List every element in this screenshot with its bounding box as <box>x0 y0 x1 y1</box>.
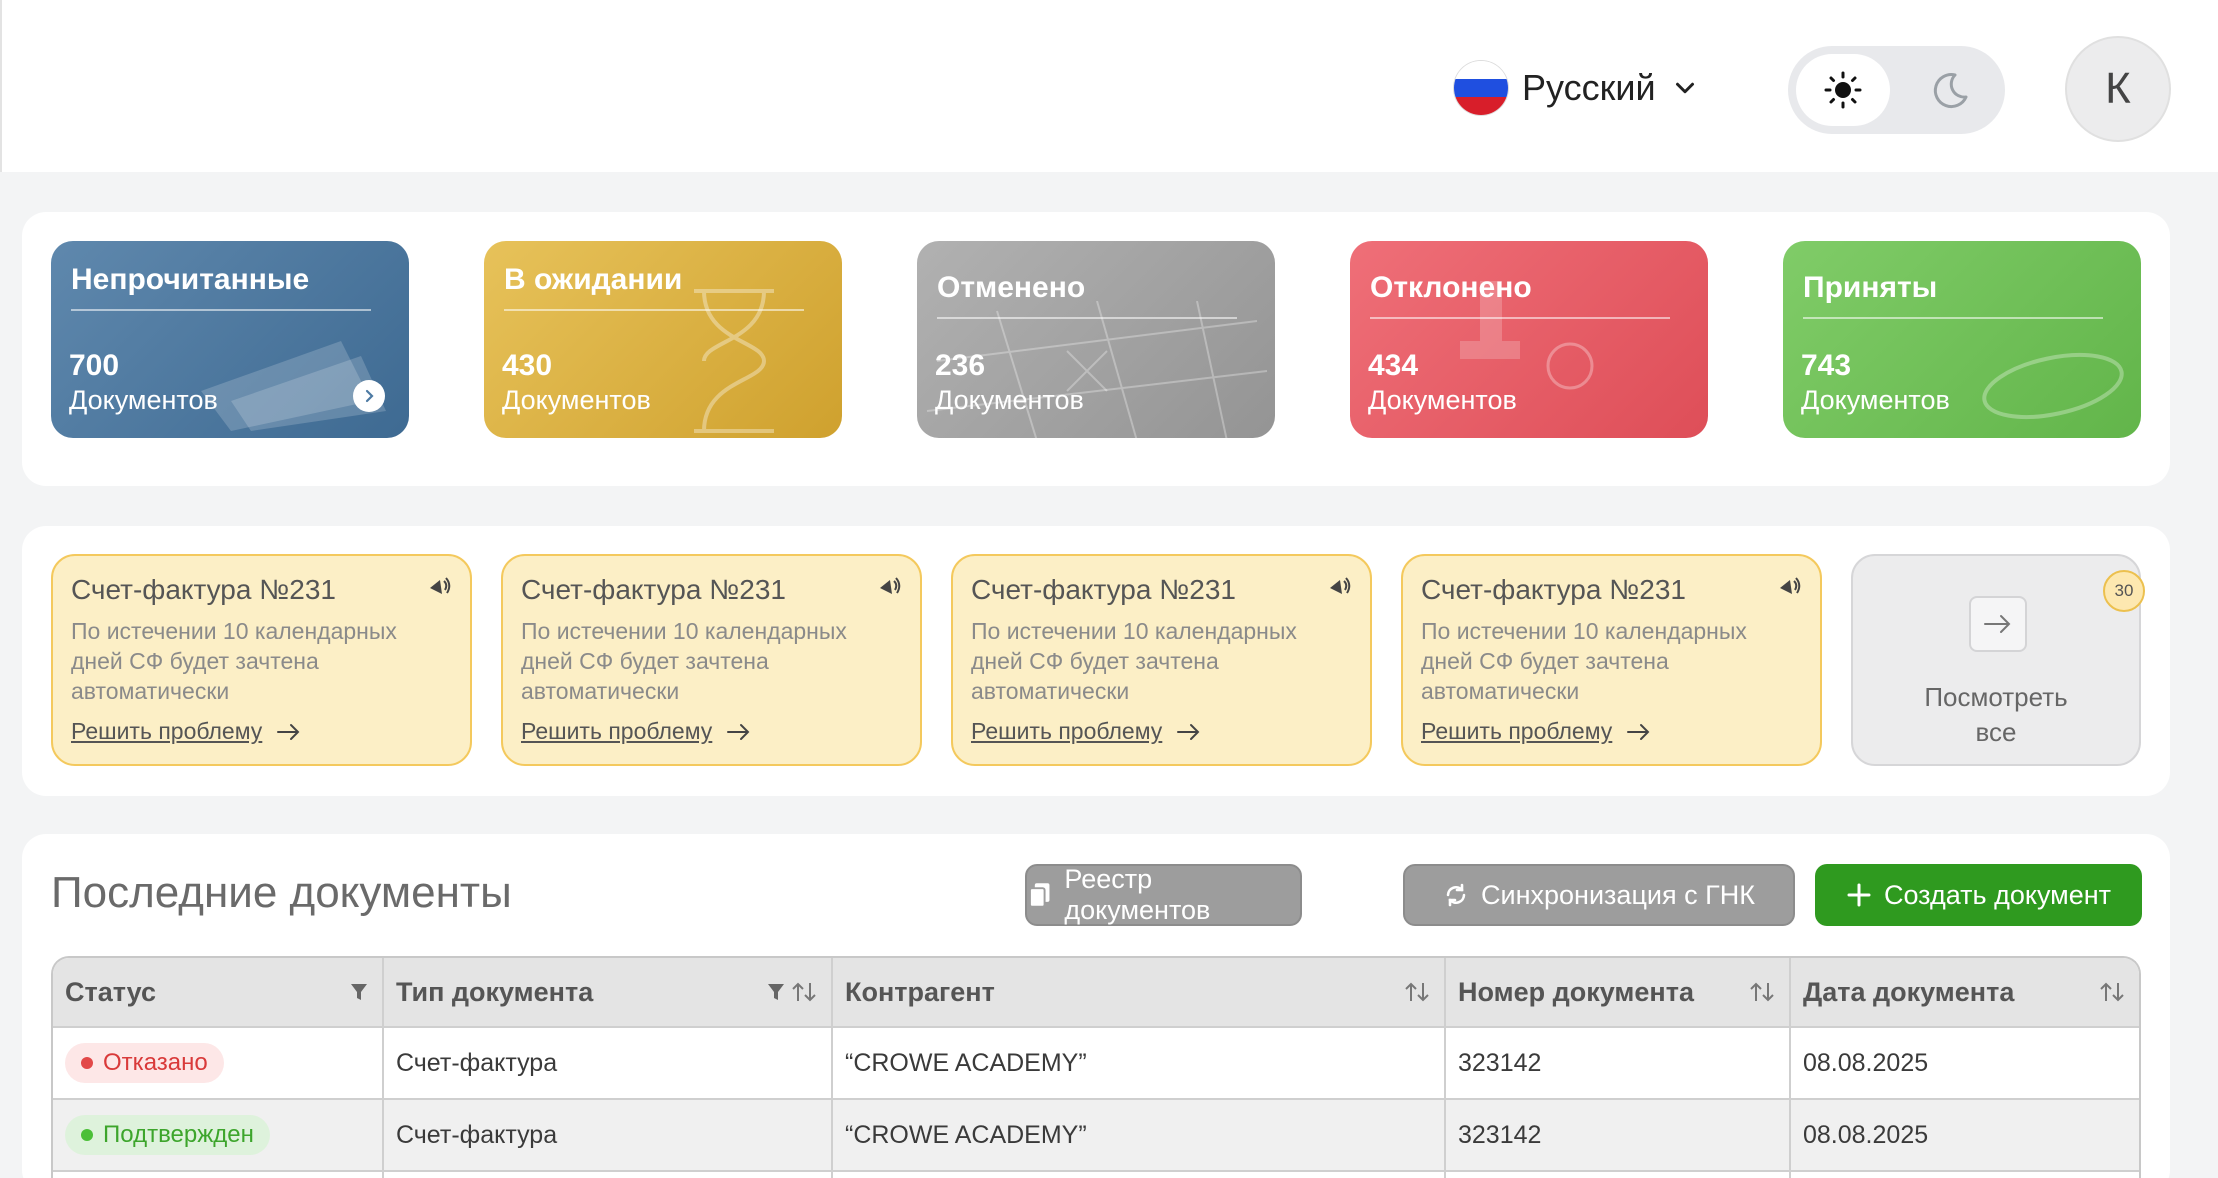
top-header: Русский К <box>0 0 2218 172</box>
light-theme-button[interactable] <box>1796 54 1890 126</box>
status-card-title: Непрочитанные <box>71 263 310 296</box>
notification-title: Счет-фактура №231 <box>71 574 336 605</box>
chevron-down-icon <box>1675 82 1694 94</box>
status-summary-panel: Непрочитанные 700 Документов В ожидании … <box>22 212 2170 486</box>
status-card-label: Документов <box>935 385 1084 415</box>
status-card-label: Документов <box>502 385 651 415</box>
moon-icon <box>1933 73 1968 109</box>
notification-description: По истечении 10 календарных дней СФ буде… <box>971 618 1297 704</box>
sync-icon <box>1446 883 1466 907</box>
status-card-label: Документов <box>1801 385 1950 415</box>
status-card-count: 236 <box>935 349 986 382</box>
sun-icon <box>1824 71 1862 109</box>
status-card-count: 434 <box>1368 349 1419 382</box>
notification-title: Счет-фактура №231 <box>1421 574 1686 605</box>
notification-card[interactable]: Счет-фактура №231 По истечении 10 календ… <box>1401 554 1822 766</box>
section-title: Последние документы <box>51 868 512 917</box>
status-card-rejected[interactable]: Отклонено 434 Документов <box>1350 241 1708 438</box>
counterparty-cell: “CROWE ACADEMY” <box>833 1100 1446 1170</box>
arrow-right-icon <box>727 723 750 740</box>
sort-icon[interactable] <box>2099 981 2125 1003</box>
resolve-problem-link[interactable]: Решить проблему <box>971 718 1202 745</box>
table-row[interactable] <box>53 1172 2139 1178</box>
arrow-right-icon <box>1627 723 1650 740</box>
notification-description: По истечении 10 календарных дней СФ буде… <box>71 618 397 704</box>
column-header-doc-date[interactable]: Дата документа <box>1791 958 2139 1026</box>
view-all-button[interactable]: 30 Посмотреть все <box>1851 554 2145 766</box>
doc-number-cell: 323142 <box>1446 1028 1791 1098</box>
status-card-title: Отклонено <box>1370 271 1532 304</box>
resolve-problem-link[interactable]: Решить проблему <box>71 718 302 745</box>
arrow-right-icon <box>1969 596 2027 652</box>
documents-registry-button[interactable]: Реестр документов <box>1025 864 1302 926</box>
user-avatar[interactable]: К <box>2065 36 2171 142</box>
notification-title: Счет-фактура №231 <box>971 574 1236 605</box>
notification-card[interactable]: Счет-фактура №231 По истечении 10 календ… <box>951 554 1372 766</box>
copy-documents-icon <box>1028 883 1050 908</box>
status-card-title: В ожидании <box>504 263 683 296</box>
notifications-panel: Счет-фактура №231 По истечении 10 календ… <box>22 526 2170 796</box>
filter-icon[interactable] <box>350 982 368 1002</box>
sync-gnk-button[interactable]: Синхронизация с ГНК <box>1403 864 1795 926</box>
notification-card[interactable]: Счет-фактура №231 По истечении 10 календ… <box>51 554 472 766</box>
column-header-counterparty[interactable]: Контрагент <box>833 958 1446 1026</box>
megaphone-icon <box>880 577 901 594</box>
status-card-count: 700 <box>69 349 120 382</box>
language-selector[interactable]: Русский <box>1454 60 1700 116</box>
notification-card[interactable]: Счет-фактура №231 По истечении 10 календ… <box>501 554 922 766</box>
arrow-right-icon <box>277 723 300 740</box>
theme-toggle[interactable] <box>1788 46 2005 134</box>
column-header-doc-type[interactable]: Тип документа <box>384 958 833 1026</box>
documents-table: Статус Тип документа Контрагент Номер до… <box>51 956 2141 1178</box>
plus-icon <box>1847 883 1871 907</box>
table-row[interactable]: Отказано Счет-фактура “CROWE ACADEMY” 32… <box>53 1028 2139 1100</box>
chevron-right-icon[interactable] <box>353 380 385 412</box>
resolve-problem-link[interactable]: Решить проблему <box>521 718 752 745</box>
sort-icon[interactable] <box>1749 981 1775 1003</box>
megaphone-icon <box>1330 577 1351 594</box>
status-card-title: Отменено <box>937 271 1086 304</box>
resolve-problem-link[interactable]: Решить проблему <box>1421 718 1652 745</box>
megaphone-icon <box>1780 577 1801 594</box>
doc-type-cell: Счет-фактура <box>384 1028 833 1098</box>
table-header-row: Статус Тип документа Контрагент Номер до… <box>53 958 2139 1028</box>
counterparty-cell: “CROWE ACADEMY” <box>833 1028 1446 1098</box>
status-card-cancelled[interactable]: Отменено 236 Документов <box>917 241 1275 438</box>
notification-count-badge: 30 <box>2103 570 2145 612</box>
view-all-label: Посмотреть все <box>1924 682 2068 747</box>
sort-icon[interactable] <box>1404 981 1430 1003</box>
status-card-label: Документов <box>1368 385 1517 415</box>
recent-documents-panel: Последние документы Реестр документов Си… <box>22 834 2170 1178</box>
status-card-count: 743 <box>1801 349 1852 382</box>
table-row[interactable]: Подтвержден Счет-фактура “CROWE ACADEMY”… <box>53 1100 2139 1172</box>
dark-theme-button[interactable] <box>1903 54 1997 126</box>
doc-date-cell: 08.08.2025 <box>1803 1120 1929 1149</box>
status-card-pending[interactable]: В ожидании 430 Документов <box>484 241 842 438</box>
status-card-count: 430 <box>502 349 553 382</box>
doc-number-cell: 323142 <box>1446 1100 1791 1170</box>
notification-title: Счет-фактура №231 <box>521 574 786 605</box>
doc-type-cell: Счет-фактура <box>384 1100 833 1170</box>
status-card-title: Приняты <box>1803 271 1938 304</box>
megaphone-icon <box>430 577 451 594</box>
create-document-button[interactable]: Создать документ <box>1815 864 2142 926</box>
status-badge: Подтвержден <box>65 1115 270 1155</box>
filter-icon[interactable] <box>767 982 785 1002</box>
status-card-accepted[interactable]: Приняты 743 Документов <box>1783 241 2141 438</box>
status-card-unread[interactable]: Непрочитанные 700 Документов <box>51 241 409 438</box>
language-label: Русский <box>1522 67 1656 108</box>
notification-description: По истечении 10 календарных дней СФ буде… <box>521 618 847 704</box>
notification-description: По истечении 10 календарных дней СФ буде… <box>1421 618 1747 704</box>
column-header-doc-number[interactable]: Номер документа <box>1446 958 1791 1026</box>
arrow-right-icon <box>1177 723 1200 740</box>
russia-flag-icon <box>1454 61 1508 115</box>
doc-date-cell: 08.08.2025 <box>1803 1048 1929 1077</box>
status-badge: Отказано <box>65 1043 224 1083</box>
status-card-label: Документов <box>69 385 218 415</box>
sort-icon[interactable] <box>791 981 817 1003</box>
column-header-status[interactable]: Статус <box>53 958 384 1026</box>
